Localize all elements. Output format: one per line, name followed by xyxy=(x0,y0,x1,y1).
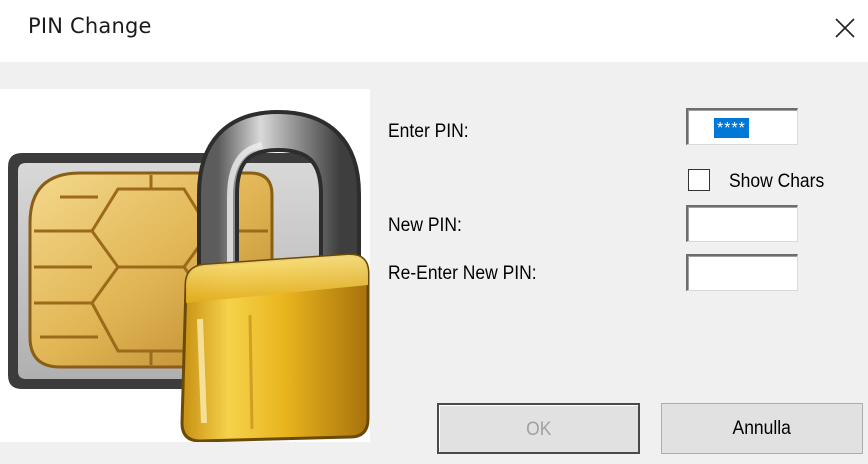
dialog-title: PIN Change xyxy=(28,14,152,38)
ok-button-label: OK xyxy=(525,419,552,440)
pin-change-dialog: PIN Change Enter PIN: **** Show Chars Ne… xyxy=(0,0,868,464)
reenter-new-pin-label: Re-Enter New PIN: xyxy=(388,263,537,284)
sim-lock-illustration xyxy=(0,89,370,443)
enter-pin-value: **** xyxy=(714,118,749,138)
show-chars-checkbox[interactable] xyxy=(688,169,710,191)
sim-card-padlock-icon xyxy=(8,109,370,443)
show-chars-label[interactable]: Show Chars xyxy=(729,171,824,193)
new-pin-field[interactable] xyxy=(686,205,798,242)
title-bar[interactable]: PIN Change xyxy=(0,0,868,62)
reenter-new-pin-field[interactable] xyxy=(686,254,798,291)
close-button[interactable] xyxy=(822,0,868,58)
new-pin-label: New PIN: xyxy=(388,215,462,236)
cancel-button-label: Annulla xyxy=(732,418,792,439)
close-icon xyxy=(835,18,855,38)
ok-button[interactable]: OK xyxy=(437,403,640,454)
enter-pin-label: Enter PIN: xyxy=(388,121,469,142)
cancel-button[interactable]: Annulla xyxy=(661,403,863,454)
enter-pin-field[interactable]: **** xyxy=(686,108,798,145)
